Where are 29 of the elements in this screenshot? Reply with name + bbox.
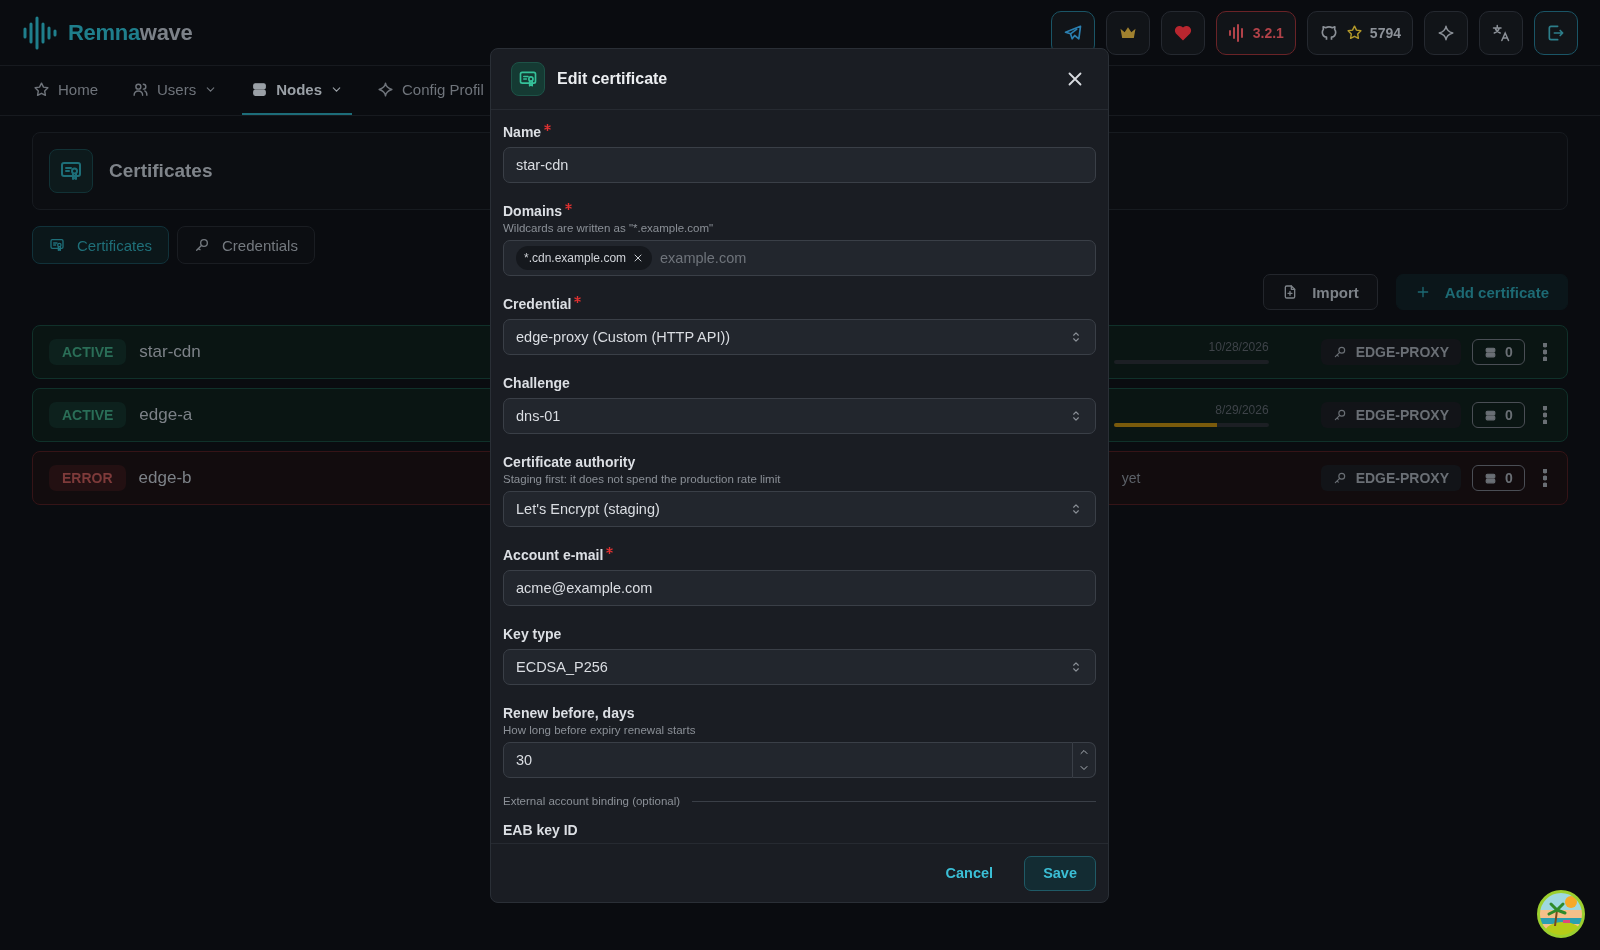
section-label: External account binding (optional)	[503, 795, 681, 807]
field-label: Account e-mail	[503, 546, 604, 564]
field-label: Key type	[503, 625, 562, 643]
page-title: Certificates	[109, 160, 213, 182]
field-label: EAB key ID	[503, 822, 579, 839]
node-count: 0	[1472, 402, 1525, 428]
certificate-name: star-cdn	[139, 342, 201, 362]
credential-tag: EDGE-PROXY	[1320, 402, 1461, 428]
dialog-title: Edit certificate	[557, 70, 668, 88]
node-count: 0	[1472, 465, 1525, 491]
status-badge: ERROR	[49, 465, 126, 491]
field-label: Domains	[503, 202, 563, 220]
credential-tag: EDGE-PROXY	[1320, 465, 1461, 491]
status-badge: ACTIVE	[49, 402, 127, 428]
credential-tag: EDGE-PROXY	[1320, 339, 1461, 365]
field-label: Credential	[503, 295, 572, 313]
node-count: 0	[1472, 339, 1525, 365]
domain-chip: *.cdn.example.com	[516, 246, 653, 270]
field-label: Name	[503, 123, 542, 141]
field-hint: Staging first: it does not spend the production rate limit	[503, 473, 782, 485]
expiry-note: yet	[1120, 470, 1142, 486]
field-hint: Wildcards are written as "*.example.com"	[503, 222, 715, 234]
field-hint: How long before expiry renewal starts	[503, 724, 697, 736]
field-label: Certificate authority	[503, 453, 636, 471]
field-label: Renew before, days	[503, 704, 635, 722]
logo-text: Remnawave	[68, 19, 193, 46]
certificate-name: edge-b	[138, 468, 192, 488]
status-badge: ACTIVE	[49, 339, 127, 365]
certificate-name: edge-a	[139, 405, 193, 425]
